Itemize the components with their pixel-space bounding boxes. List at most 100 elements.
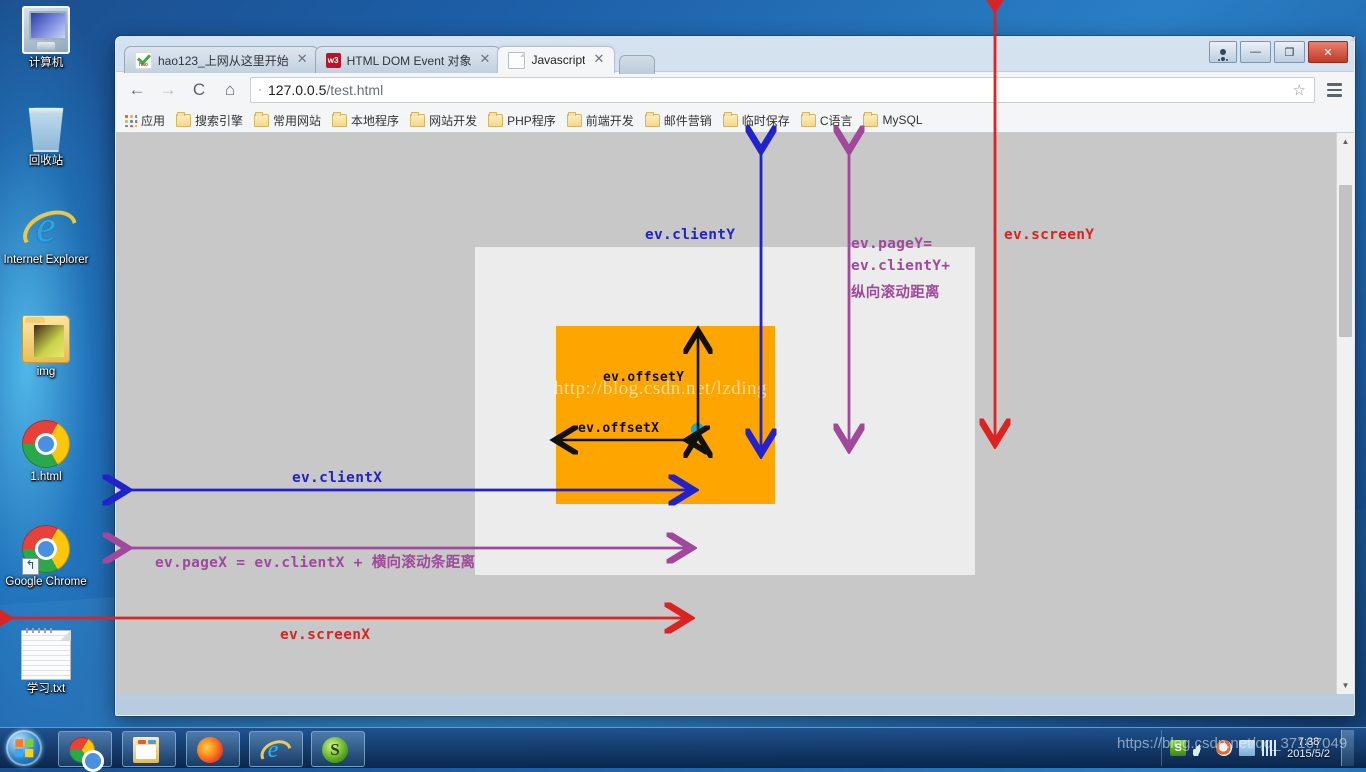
bookmark-label: 邮件营销: [663, 113, 712, 128]
taskbar-item-internet-explorer[interactable]: [249, 731, 303, 767]
bookmark-label: 网站开发: [429, 113, 478, 128]
url-host: 127.0.0.5: [268, 82, 327, 98]
desktop-icon-internet-explorer[interactable]: Internet Explorer: [0, 203, 92, 267]
folder-icon: [863, 111, 879, 127]
network-icon[interactable]: [1239, 740, 1256, 756]
bookmark-local-programs[interactable]: 本地程序: [332, 111, 400, 129]
hao123-icon: [135, 51, 152, 69]
folder-icon: [254, 111, 270, 127]
internet-explorer-icon: [260, 737, 286, 763]
folder-icon: [566, 111, 582, 127]
tab-close-icon[interactable]: ✕: [295, 52, 310, 67]
bookmark-mysql[interactable]: MySQL: [863, 111, 923, 127]
bookmark-apps[interactable]: 应用: [124, 112, 165, 129]
desktop-icon-label: Internet Explorer: [3, 254, 89, 266]
reload-icon[interactable]: C: [188, 79, 210, 101]
tab-close-icon[interactable]: ✕: [591, 52, 606, 67]
chrome-icon: [69, 737, 104, 772]
signal-icon[interactable]: [1262, 740, 1279, 756]
folder-icon: [410, 111, 426, 127]
scroll-up-arrow-icon[interactable]: ▲: [1337, 133, 1354, 150]
forward-icon[interactable]: →: [157, 79, 179, 101]
user-profile-icon[interactable]: [1209, 41, 1237, 63]
clock-date: 2015/5/2: [1287, 748, 1330, 760]
menu-icon[interactable]: [1324, 83, 1344, 97]
tab-javascript[interactable]: Javascript ✕: [497, 46, 616, 73]
desktop-icon-label: Google Chrome: [5, 576, 87, 588]
chrome-shortcut-icon: [22, 525, 70, 575]
close-button[interactable]: ✕: [1308, 41, 1348, 63]
windows-taskbar: 7:38 2015/5/2: [0, 727, 1366, 772]
taskbar-clock[interactable]: 7:38 2015/5/2: [1285, 736, 1330, 760]
desktop-icon-google-chrome[interactable]: Google Chrome: [0, 525, 92, 589]
bookmark-temp-storage[interactable]: 临时保存: [722, 111, 790, 129]
browser-toolbar: ← → C ⌂ 127.0.0.5/test.html ☆: [116, 71, 1354, 108]
page-info-icon[interactable]: [259, 89, 261, 91]
folder-icon: [22, 315, 70, 363]
window-titlebar[interactable]: hao123_上网从这里开始 ✕ HTML DOM Event 对象 ✕ Jav…: [116, 37, 1354, 74]
chrome-window: hao123_上网从这里开始 ✕ HTML DOM Event 对象 ✕ Jav…: [115, 36, 1355, 716]
back-icon[interactable]: ←: [126, 79, 148, 101]
bookmark-label: 本地程序: [351, 113, 400, 128]
w3schools-icon: [325, 52, 341, 68]
firefox-icon: [197, 737, 223, 763]
bookmark-search-engines[interactable]: 搜索引擎: [176, 111, 244, 129]
new-tab-button[interactable]: [619, 55, 656, 74]
text-file-icon: [21, 628, 71, 680]
desktop-icon-text-file[interactable]: 学习.txt: [0, 628, 92, 696]
scrollbar-thumb[interactable]: [1339, 185, 1352, 337]
taskbar-item-chrome[interactable]: [58, 731, 112, 772]
bookmark-common-sites[interactable]: 常用网站: [254, 111, 321, 129]
url-path: /test.html: [326, 82, 384, 98]
wps-icon[interactable]: [1170, 740, 1187, 756]
pen-icon[interactable]: [1216, 740, 1233, 756]
document-icon: [508, 51, 526, 69]
target-element-box[interactable]: [556, 326, 775, 504]
desktop-icon-recycle-bin[interactable]: 回收站: [0, 104, 92, 168]
desktop-icon-html-file[interactable]: 1.html: [0, 420, 92, 484]
folder-icon: [722, 111, 738, 127]
taskbar-item-firefox[interactable]: [186, 731, 240, 767]
tab-close-icon[interactable]: ✕: [478, 52, 493, 67]
bookmark-label: 应用: [141, 113, 166, 128]
tab-hao123[interactable]: hao123_上网从这里开始 ✕: [124, 46, 319, 73]
folder-icon: [800, 111, 816, 127]
maximize-button[interactable]: ❐: [1274, 41, 1305, 63]
folder-icon: [332, 111, 348, 127]
address-bar[interactable]: 127.0.0.5/test.html ☆: [250, 77, 1315, 103]
bookmark-star-icon[interactable]: ☆: [1293, 81, 1306, 99]
bookmark-c-language[interactable]: C语言: [800, 111, 852, 129]
vertical-scrollbar[interactable]: ▲ ▼: [1336, 133, 1354, 694]
recycle-bin-icon: [28, 107, 64, 152]
show-desktop-button[interactable]: [1341, 730, 1354, 766]
tab-title: hao123_上网从这里开始: [158, 53, 289, 68]
bookmark-label: 前端开发: [585, 113, 634, 128]
folder-icon: [176, 111, 192, 127]
start-button[interactable]: [6, 730, 42, 766]
desktop-icon-label: 回收站: [28, 155, 64, 167]
scroll-down-arrow-icon[interactable]: ▼: [1337, 677, 1354, 694]
page-viewport: http://blog.csdn.net/lzding ▲ ▼: [116, 133, 1354, 694]
bookmark-email-marketing[interactable]: 邮件营销: [644, 111, 712, 129]
diagram-watermark: http://blog.csdn.net/lzding: [554, 378, 767, 399]
taskbar-item-explorer[interactable]: [122, 731, 176, 767]
bookmark-label: PHP程序: [507, 113, 556, 128]
computer-icon: [22, 6, 70, 54]
chrome-icon: [22, 420, 70, 468]
bookmark-web-development[interactable]: 网站开发: [410, 111, 478, 129]
sogou-icon: [322, 737, 348, 763]
taskbar-item-sogou[interactable]: [311, 731, 365, 767]
desktop-icon-computer[interactable]: 计算机: [0, 6, 92, 70]
minimize-button[interactable]: —: [1240, 41, 1271, 63]
bookmark-frontend-development[interactable]: 前端开发: [566, 111, 634, 129]
desktop-icon-label: img: [36, 366, 56, 378]
tab-title: Javascript: [531, 53, 586, 67]
volume-icon[interactable]: [1193, 740, 1210, 756]
tab-html-dom-event[interactable]: HTML DOM Event 对象 ✕: [314, 46, 502, 73]
bookmark-label: 搜索引擎: [195, 113, 244, 128]
desktop-icon-img-folder[interactable]: img: [0, 315, 92, 379]
desktop-icon-label: 计算机: [28, 57, 64, 69]
home-icon[interactable]: ⌂: [219, 79, 241, 101]
bookmark-php-programs[interactable]: PHP程序: [488, 111, 556, 129]
tab-title: HTML DOM Event 对象: [346, 53, 472, 68]
